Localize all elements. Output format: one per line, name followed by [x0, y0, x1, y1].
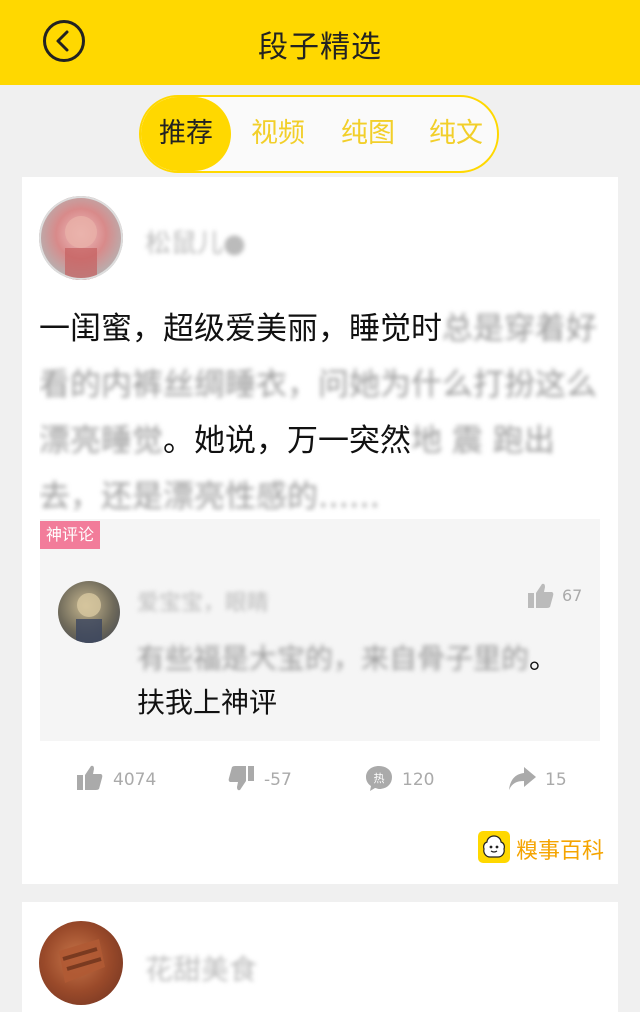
source-label[interactable]: 糗事百科: [478, 831, 604, 865]
tab-text[interactable]: 纯文: [411, 97, 501, 171]
thumbs-up-icon: [528, 583, 554, 608]
post-text-part: 一闺蜜，超级爱美丽，睡觉时: [39, 311, 442, 347]
post-text[interactable]: 一闺蜜，超级爱美丽，睡觉时总是穿着好看的内裤丝绸睡衣，问她为什么打扮这么漂亮睡觉…: [39, 301, 599, 513]
post-username[interactable]: 松鼠儿●: [145, 223, 246, 260]
thumbs-up-icon: [77, 765, 103, 790]
top-bar: 段子精选: [0, 0, 640, 85]
tab-image[interactable]: 纯图: [323, 97, 413, 171]
source-name: 糗事百科: [516, 839, 605, 864]
avatar-image: [39, 196, 123, 280]
avatar[interactable]: [39, 921, 123, 1005]
post-username[interactable]: 花甜美食: [145, 948, 257, 988]
thumbs-down-icon: [228, 766, 254, 791]
commenter-avatar-image: [76, 593, 102, 643]
post-card[interactable]: 松鼠儿● 一闺蜜，超级爱美丽，睡觉时总是穿着好看的内裤丝绸睡衣，问她为什么打扮这…: [22, 177, 618, 884]
dislike-count: -57: [264, 770, 292, 790]
god-comment[interactable]: 爱宝宝，眼睛 67 有些福是大宝的，来自骨子里的。扶我上神评: [40, 519, 600, 741]
comment-text-blurred: 有些福是大宝的，来自骨子里的: [137, 642, 530, 675]
page-title: 段子精选: [258, 30, 382, 65]
svg-text:热: 热: [374, 772, 385, 785]
avatar-image: [59, 939, 105, 983]
tab-video[interactable]: 视频: [233, 97, 323, 171]
hot-comment-icon: 热: [366, 766, 392, 791]
commenter-name[interactable]: 爱宝宝，眼睛: [137, 585, 269, 617]
avatar[interactable]: [39, 196, 123, 280]
qiushibaike-logo-icon: [478, 831, 510, 863]
god-comment-badge: 神评论: [40, 521, 101, 549]
post-text-part: 。她说，万一突然: [163, 423, 411, 459]
comment-count: 120: [402, 770, 435, 790]
comment-text: 有些福是大宝的，来自骨子里的。扶我上神评: [137, 637, 577, 725]
share-arrow-icon: [509, 767, 536, 790]
next-post-card[interactable]: 花甜美食: [22, 902, 618, 1012]
tab-recommend[interactable]: 推荐: [141, 97, 231, 171]
comment-like-button[interactable]: 67: [526, 581, 582, 611]
share-count: 15: [545, 770, 567, 790]
like-count: 4074: [113, 770, 157, 790]
comment-like-count: 67: [562, 586, 583, 605]
commenter-avatar[interactable]: [58, 581, 120, 643]
category-tabs: 推荐 视频 纯图 纯文: [139, 95, 499, 173]
